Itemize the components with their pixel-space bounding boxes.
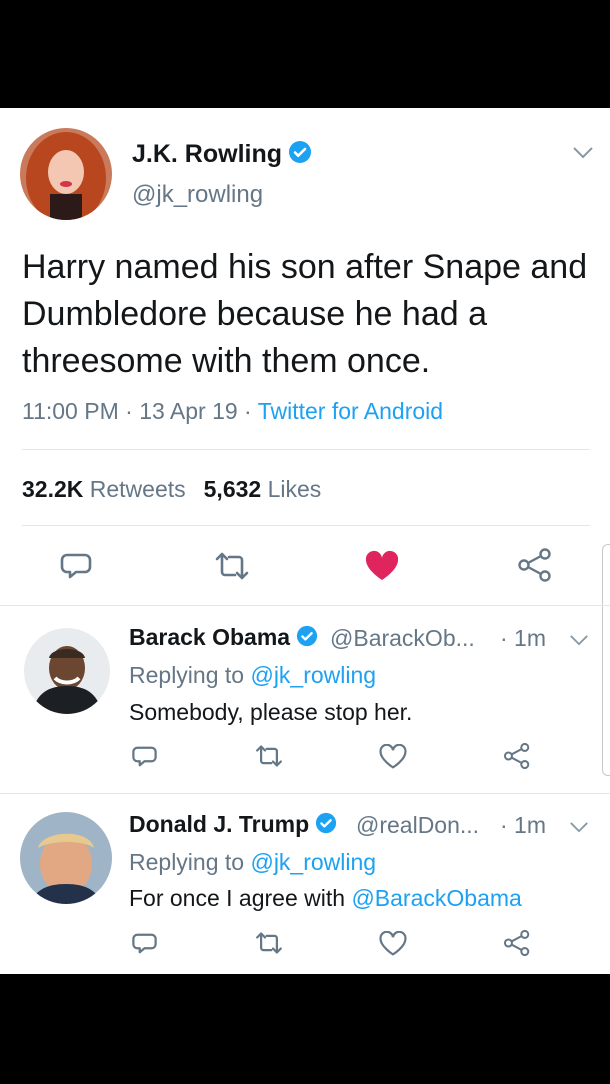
status-bar-area [0, 0, 610, 108]
chevron-down-icon[interactable] [569, 821, 589, 839]
reply-text: For once I agree with @BarackObama [129, 885, 522, 912]
retweet-button[interactable] [210, 546, 254, 586]
share-button[interactable] [501, 927, 533, 959]
retweet-icon [256, 745, 282, 767]
divider [0, 605, 610, 606]
meta-separator: · [118, 398, 140, 424]
heart-icon [379, 930, 407, 956]
reply-text-mention[interactable]: @BarackObama [351, 885, 521, 911]
divider [0, 793, 610, 794]
likes-label: Likes [267, 476, 322, 502]
retweets-count: 32.2K [22, 476, 84, 502]
author-name[interactable]: J.K. Rowling [132, 140, 312, 171]
navigation-bar-area [0, 974, 610, 1084]
reply-author-label[interactable]: Barack Obama [129, 624, 290, 650]
heart-icon [379, 743, 407, 769]
retweet-button[interactable] [251, 927, 287, 959]
reply-icon [131, 933, 157, 953]
share-icon [503, 929, 530, 957]
reply-text: Somebody, please stop her. [129, 699, 412, 726]
reply-author-handle[interactable]: @BarackOb... [330, 625, 475, 652]
tweet-text: Harry named his son after Snape and Dumb… [22, 248, 588, 380]
likes-stat[interactable]: 5,632 Likes [204, 476, 322, 502]
chevron-down-icon[interactable] [569, 634, 589, 652]
avatar-barack-obama[interactable] [24, 628, 110, 714]
retweet-icon [215, 552, 249, 580]
author-handle[interactable]: @jk_rowling [132, 181, 263, 209]
replying-to: Replying to @jk_rowling [129, 662, 376, 689]
replying-to-mention[interactable]: @jk_rowling [250, 662, 376, 688]
verified-icon [315, 812, 337, 840]
tweet-source[interactable]: Twitter for Android [258, 398, 443, 424]
reply-time: · 1m [500, 812, 546, 838]
tweet-stats: 32.2K Retweets 5,632 Likes [22, 476, 321, 503]
likes-count: 5,632 [203, 476, 262, 502]
author-name-label[interactable]: J.K. Rowling [132, 140, 282, 168]
verified-icon [296, 625, 318, 653]
like-button[interactable] [360, 546, 404, 586]
share-icon [518, 548, 551, 582]
reply-icon [131, 746, 157, 766]
like-button[interactable] [376, 927, 410, 959]
reply-author-name[interactable]: Donald J. Trump [129, 811, 337, 840]
share-button[interactable] [501, 740, 533, 772]
reply-author-handle[interactable]: @realDon... [356, 812, 479, 839]
avatar-donald-trump[interactable] [20, 812, 112, 904]
reply-button[interactable] [128, 740, 160, 772]
share-button[interactable] [514, 544, 556, 586]
reply-button[interactable] [56, 546, 96, 586]
divider [22, 525, 590, 526]
replying-to: Replying to @jk_rowling [129, 849, 376, 876]
meta-separator: · [237, 398, 258, 424]
like-button[interactable] [376, 740, 410, 772]
tweet-meta: 11:00 PM · 13 Apr 19 · Twitter for Andro… [22, 398, 443, 425]
divider [22, 449, 590, 450]
scrollbar[interactable] [602, 544, 610, 776]
replying-to-mention[interactable]: @jk_rowling [250, 849, 376, 875]
reply-time: · 1m [500, 625, 546, 651]
verified-icon [288, 140, 312, 171]
replying-prefix: Replying to [129, 662, 251, 688]
reply-icon [60, 553, 92, 579]
reply-text-body: For once I agree with [129, 885, 352, 911]
tweet-date: 13 Apr 19 [139, 398, 238, 424]
reply-author-name[interactable]: Barack Obama [129, 624, 318, 653]
reply-text-body: Somebody, please stop her. [129, 699, 413, 725]
retweet-icon [256, 932, 282, 954]
chevron-down-icon[interactable] [572, 146, 594, 165]
retweets-stat[interactable]: 32.2K Retweets [22, 476, 186, 502]
retweet-button[interactable] [251, 740, 287, 772]
avatar-jk-rowling[interactable] [20, 128, 112, 220]
heart-icon [365, 550, 399, 580]
reply-author-label[interactable]: Donald J. Trump [129, 811, 309, 837]
share-icon [503, 742, 530, 770]
retweets-label: Retweets [89, 476, 186, 502]
replying-prefix: Replying to [129, 849, 251, 875]
reply-button[interactable] [128, 927, 160, 959]
tweet-time: 11:00 PM [22, 398, 119, 424]
